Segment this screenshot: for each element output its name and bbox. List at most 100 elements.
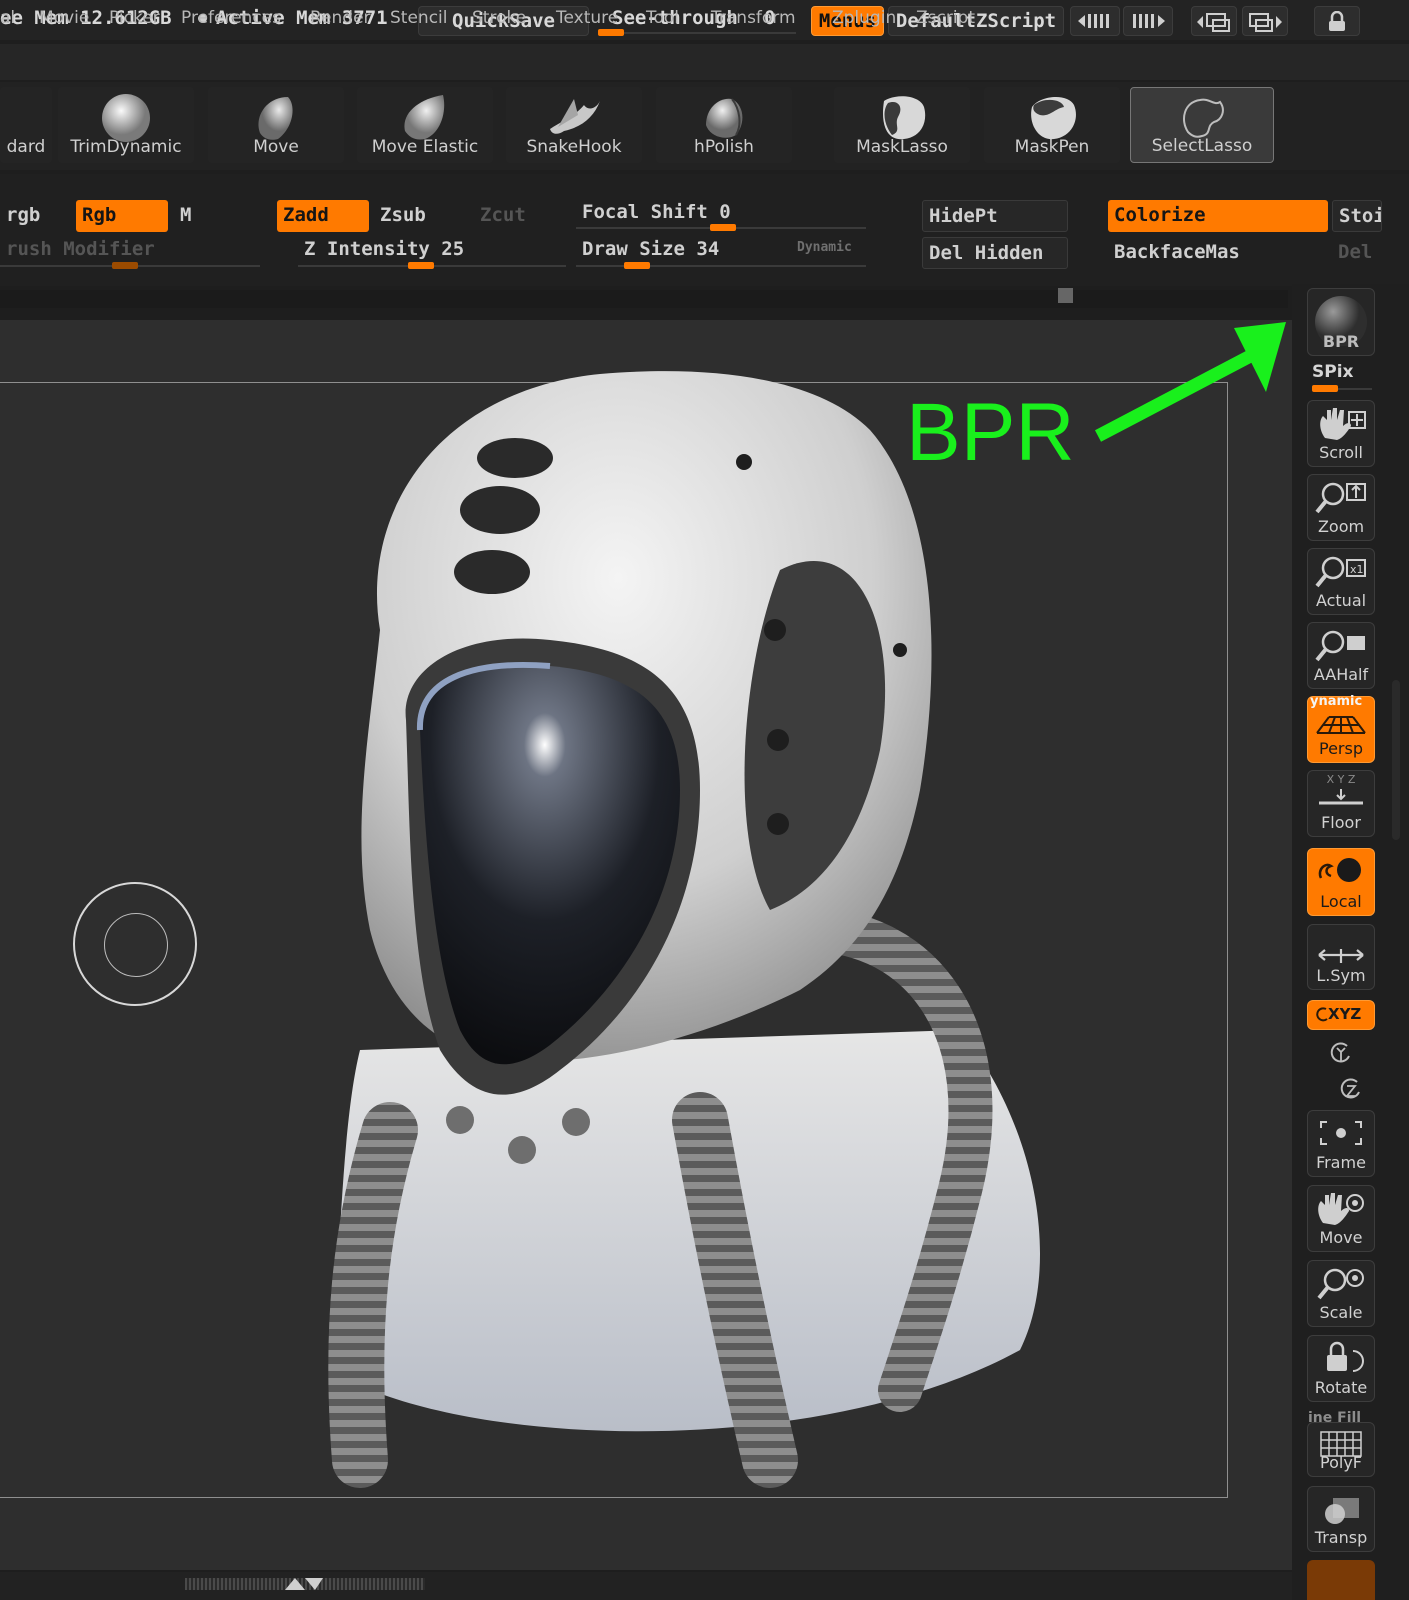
magnifier-aahalf-icon (1315, 630, 1365, 662)
brush-masklasso[interactable]: MaskLasso (834, 87, 970, 163)
floor-button[interactable]: X Y Z Floor (1307, 770, 1375, 837)
brush-trimdynamic[interactable]: TrimDynamic (58, 87, 194, 163)
magnifier-zoom-icon (1315, 482, 1366, 514)
menu-item-al[interactable]: al (0, 4, 15, 32)
default-zscript-button[interactable]: DefaultZScript (888, 6, 1064, 36)
left-tray-icon[interactable] (1191, 6, 1237, 36)
rotate-label: Rotate (1314, 1378, 1368, 1397)
focal-shift-knob[interactable] (710, 224, 736, 231)
palette-handle[interactable] (1058, 288, 1073, 303)
shrink-tray-icon[interactable] (1070, 6, 1120, 36)
rgb-button[interactable]: Rgb (76, 200, 168, 232)
persp-button[interactable]: ynamic Persp (1307, 694, 1375, 763)
brush-maskpen[interactable]: MaskPen (984, 87, 1120, 163)
rotate-button[interactable]: Rotate (1307, 1335, 1375, 1402)
menu-item-preferences[interactable]: Preferences (181, 4, 281, 32)
rotate-y-icon[interactable] (1327, 1038, 1355, 1066)
magnifier-actual-icon: x1 (1315, 556, 1366, 588)
maskpen-brush-icon (1031, 96, 1076, 140)
zcut-button[interactable]: Zcut (474, 200, 554, 232)
scroll-button[interactable]: Scroll (1307, 400, 1375, 467)
scale-button[interactable]: Scale (1307, 1260, 1375, 1327)
brush-modifier-knob[interactable] (112, 262, 138, 269)
frame-button[interactable]: Frame (1307, 1110, 1375, 1177)
z-intensity-knob[interactable] (408, 262, 434, 269)
tray-toggle-icon[interactable] (283, 1574, 323, 1592)
menu-item-render[interactable]: Render (310, 4, 371, 32)
menu-item-transform[interactable]: Transform (711, 4, 796, 32)
masklasso-brush-icon (882, 96, 926, 140)
xyz-label: XYZ (1328, 1005, 1362, 1023)
xyz-rotation-button[interactable]: XYZ (1307, 1000, 1375, 1030)
menu-item-stroke[interactable]: Stroke (472, 4, 526, 32)
brush-modifier-slider[interactable]: rush Modifier (0, 234, 200, 266)
del-button[interactable]: Del (1332, 237, 1382, 269)
snakehook-brush-icon (550, 99, 600, 134)
local-transform-icon (1318, 858, 1361, 882)
brush-label: TrimDynamic (70, 137, 182, 157)
zadd-button[interactable]: Zadd (277, 200, 369, 232)
right-shelf-scrollbar[interactable] (1392, 680, 1400, 840)
expand-tray-icon[interactable] (1123, 6, 1173, 36)
aahalf-button[interactable]: AAHalf (1307, 622, 1375, 689)
brush-move-elastic[interactable]: Move Elastic (357, 87, 493, 163)
floor-label: Floor (1321, 813, 1361, 832)
colorize-button[interactable]: Colorize (1108, 200, 1328, 232)
draw-size-knob[interactable] (624, 262, 650, 269)
spix-slider[interactable]: SPix (1312, 362, 1354, 382)
bpr-label: BPR (1322, 332, 1360, 351)
hand-move-icon (1318, 1193, 1364, 1225)
floor-icon (1319, 789, 1363, 805)
draw-size-slider[interactable]: Draw Size 34 (576, 234, 776, 266)
hand-scroll-icon (1320, 408, 1366, 440)
brush-selectlasso[interactable]: SelectLasso (1130, 87, 1274, 163)
local-symmetry-icon (1318, 949, 1364, 963)
brush-label: Move Elastic (371, 137, 479, 157)
lsym-button[interactable]: L.Sym (1307, 924, 1375, 990)
transp-button[interactable]: Transp (1307, 1486, 1375, 1552)
zoom-label: Zoom (1317, 517, 1365, 536)
actual-button[interactable]: x1 Actual (1307, 548, 1375, 615)
helmet-model-render[interactable] (300, 370, 1080, 1530)
dynamic-toggle[interactable]: Dynamic (797, 240, 852, 255)
move-button[interactable]: Move (1307, 1185, 1375, 1252)
menu-item-zscript[interactable]: Zscript (916, 4, 975, 32)
menu-item-movie[interactable]: Movie (39, 4, 89, 32)
rotate-z-icon[interactable] (1337, 1074, 1365, 1102)
move-label: Move (1319, 1228, 1363, 1247)
menu-item-stencil[interactable]: Stencil (390, 4, 447, 32)
frame-icon (1320, 1121, 1362, 1145)
menu-item-texture[interactable]: Texture (556, 4, 618, 32)
backface-mask-button[interactable]: BackfaceMas (1108, 237, 1318, 269)
menu-item-picker[interactable]: Picker (109, 4, 160, 32)
m-button[interactable]: M (174, 200, 234, 232)
lock-icon[interactable] (1314, 6, 1360, 36)
draw-size-track (576, 265, 866, 267)
zsub-button[interactable]: Zsub (374, 200, 464, 232)
transparency-icon (1325, 1498, 1359, 1524)
del-hidden-button[interactable]: Del Hidden (922, 237, 1068, 269)
rotate-icon (1327, 1341, 1364, 1372)
scroll-label: Scroll (1319, 443, 1363, 462)
brush-hpolish[interactable]: hPolish (656, 87, 792, 163)
brush-move[interactable]: Move (208, 87, 344, 163)
brush-standard[interactable]: dard (0, 87, 52, 163)
menu-item-zplugin[interactable]: Zplugin (832, 4, 896, 32)
polyf-label: PolyF (1320, 1453, 1362, 1472)
bpr-button[interactable]: BPR (1307, 288, 1375, 356)
right-tray-icon[interactable] (1242, 6, 1288, 36)
brush-snakehook[interactable]: SnakeHook (506, 87, 642, 163)
hidept-button[interactable]: HidePt (922, 200, 1068, 232)
mrgb-button[interactable]: rgb (0, 200, 62, 232)
perspective-grid-icon (1316, 716, 1366, 734)
focal-shift-slider[interactable]: Focal Shift 0 (576, 197, 776, 229)
menu-item-tool[interactable]: Tool (646, 4, 679, 32)
zoom-button[interactable]: Zoom (1307, 474, 1375, 541)
solo-button-partial[interactable] (1307, 1560, 1375, 1600)
bpr-annotation-text: BPR (906, 387, 1075, 478)
store-button[interactable]: Stoi (1332, 200, 1382, 232)
spix-knob[interactable] (1312, 385, 1338, 392)
local-button[interactable]: Local (1307, 848, 1375, 916)
lsym-label: L.Sym (1316, 966, 1366, 985)
polyf-button[interactable]: PolyF (1307, 1422, 1375, 1477)
